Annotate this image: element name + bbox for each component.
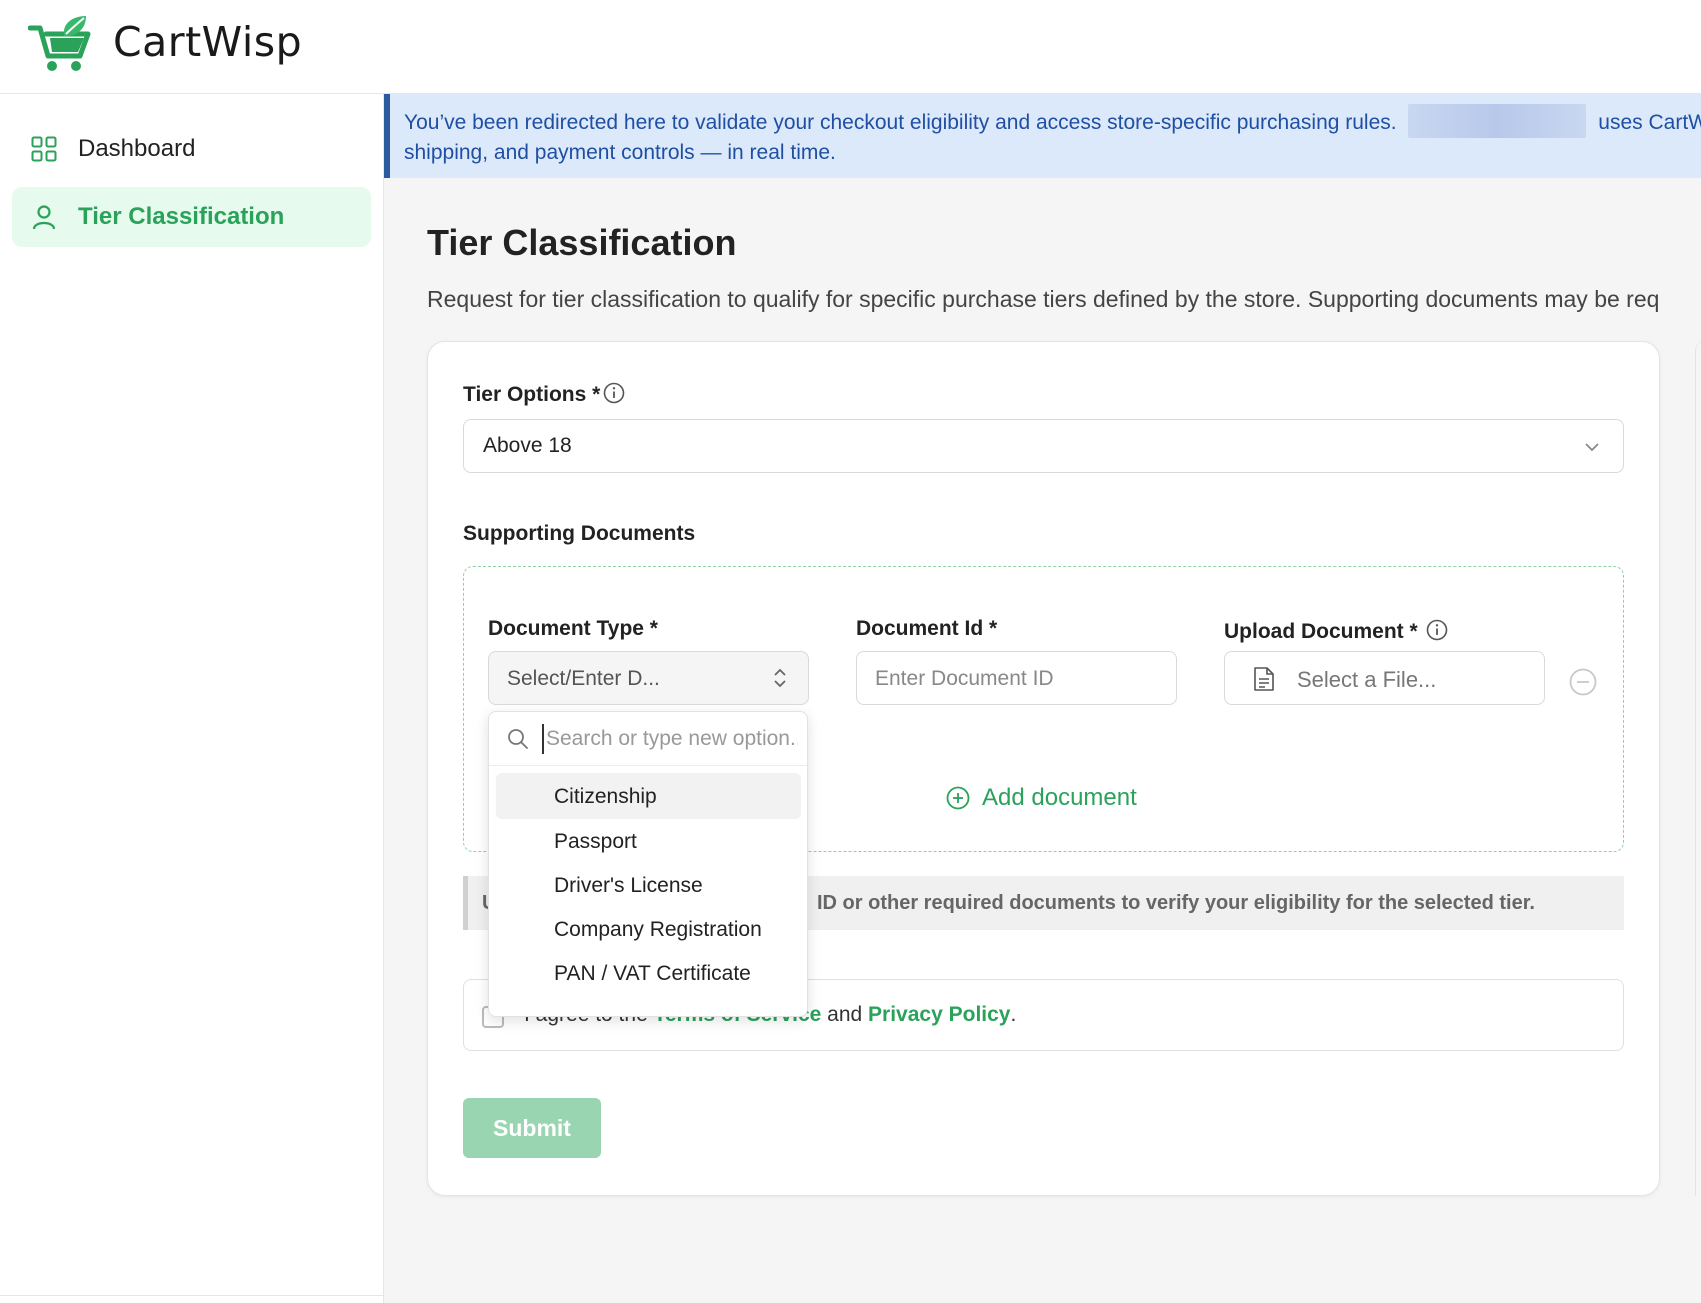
option-label: Company Registration <box>554 918 762 941</box>
document-id-input[interactable]: Enter Document ID <box>856 651 1177 705</box>
add-document-label: Add document <box>982 784 1137 811</box>
option-label: PAN / VAT Certificate <box>554 962 751 985</box>
notice-text: ID or other required documents to verify… <box>817 892 1535 914</box>
dropdown-option-pan-vat-certificate[interactable]: PAN / VAT Certificate <box>496 950 801 996</box>
info-icon[interactable] <box>1426 619 1448 641</box>
grid-icon <box>31 136 57 162</box>
add-document-button[interactable]: Add document <box>946 784 1137 812</box>
dropdown-option-citizenship[interactable]: Citizenship <box>496 773 801 819</box>
sidebar-item-label: Dashboard <box>78 135 196 162</box>
tier-options-select[interactable]: Above 18 <box>463 419 1624 473</box>
option-label: Driver's License <box>554 874 703 897</box>
banner-text-end: uses CartW <box>1598 111 1701 134</box>
dropdown-option-drivers-license[interactable]: Driver's License <box>496 862 801 908</box>
page-title: Tier Classification <box>427 222 737 263</box>
document-type-placeholder: Select/Enter D... <box>507 667 660 690</box>
tier-selected-value: Above 18 <box>483 434 572 457</box>
sidebar-divider <box>0 1295 384 1303</box>
banner-text-line2: shipping, and payment controls — in real… <box>404 141 836 165</box>
remove-document-icon[interactable] <box>1569 668 1597 696</box>
file-icon <box>1254 667 1274 691</box>
user-icon <box>32 205 56 230</box>
top-bar: CartWisp <box>0 0 1701 94</box>
tier-options-label: Tier Options * <box>463 383 601 406</box>
redacted-store-name <box>1408 104 1587 139</box>
info-icon[interactable] <box>603 382 625 404</box>
upload-document-label: Upload Document * <box>1224 620 1418 643</box>
side-card-edge <box>1695 341 1701 1196</box>
dropdown-option-company-registration[interactable]: Company Registration <box>496 906 801 952</box>
redirect-banner: You’ve been redirected here to validate … <box>384 94 1701 178</box>
agree-end: . <box>1010 1003 1017 1026</box>
dropdown-search-input[interactable] <box>542 724 798 754</box>
supporting-documents-label: Supporting Documents <box>463 522 696 545</box>
upload-placeholder: Select a File... <box>1297 667 1437 692</box>
banner-text-start: You’ve been redirected here to validate … <box>404 111 1397 134</box>
document-type-dropdown: Citizenship Passport Driver's License Co… <box>488 711 808 1017</box>
plus-circle-icon <box>946 786 970 810</box>
cart-logo-icon <box>28 16 91 71</box>
option-label: Citizenship <box>554 785 657 808</box>
chevron-down-icon <box>1585 443 1599 452</box>
privacy-policy-link[interactable]: Privacy Policy <box>868 1003 1010 1026</box>
option-label: Passport <box>554 830 637 853</box>
chevron-up-down-icon <box>774 668 786 688</box>
upload-document-input[interactable]: Select a File... <box>1224 651 1545 705</box>
sidebar-item-tier-classification[interactable]: Tier Classification <box>12 187 371 247</box>
sidebar: Dashboard Tier Classification <box>0 94 384 1303</box>
document-id-label: Document Id * <box>856 617 998 640</box>
document-type-label: Document Type * <box>488 617 658 640</box>
document-type-combobox[interactable]: Select/Enter D... <box>488 651 809 705</box>
brand-name: CartWisp <box>113 18 303 66</box>
submit-button[interactable]: Submit <box>463 1098 601 1158</box>
search-icon <box>508 729 528 749</box>
dropdown-search <box>489 712 807 766</box>
sidebar-item-dashboard[interactable]: Dashboard <box>12 119 371 179</box>
dropdown-option-passport[interactable]: Passport <box>496 818 801 864</box>
agree-and: and <box>827 1003 863 1026</box>
page-description: Request for tier classification to quali… <box>427 286 1660 312</box>
sidebar-item-label: Tier Classification <box>78 203 285 230</box>
document-id-placeholder: Enter Document ID <box>875 667 1054 690</box>
